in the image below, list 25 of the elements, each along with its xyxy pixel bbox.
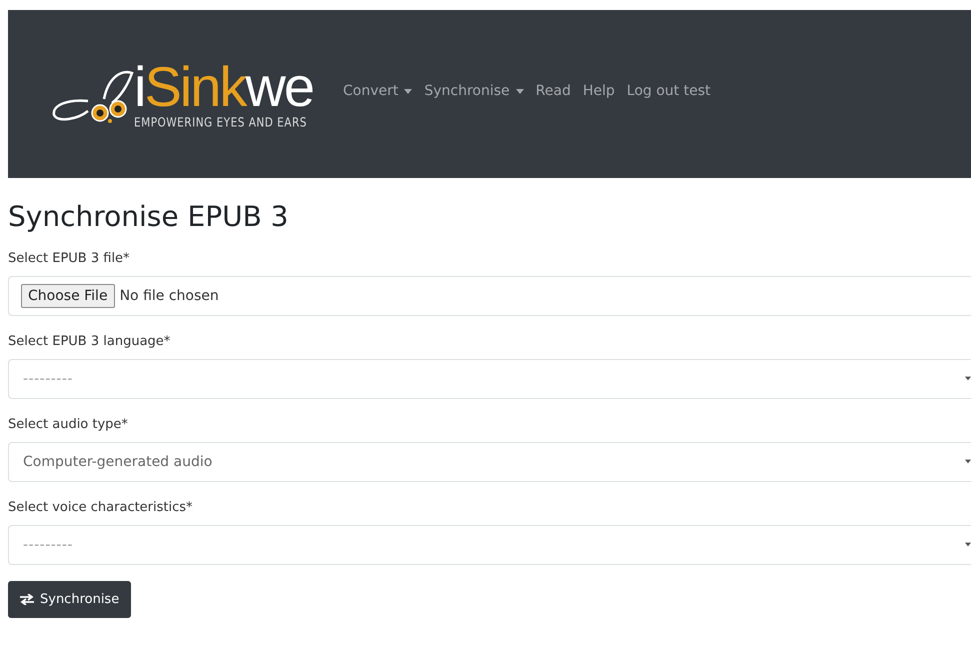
page-title: Synchronise EPUB 3 xyxy=(8,200,290,233)
nav-link[interactable]: Synchronise xyxy=(424,83,524,99)
caret-icon xyxy=(965,376,971,381)
caret-icon xyxy=(965,542,971,547)
logo-wordmark: iSinkwe xyxy=(134,61,313,113)
logo-tagline: EMPOWERING EYES AND EARS xyxy=(134,116,308,130)
field-label: Select EPUB 3 file* xyxy=(8,251,131,266)
swap-arrows-icon xyxy=(20,594,34,605)
caret-icon xyxy=(965,459,971,464)
nav-link[interactable]: Convert xyxy=(342,83,412,99)
choose-file-button[interactable]: Choose File xyxy=(21,284,115,308)
nav-link[interactable]: Help xyxy=(582,83,615,99)
field-label: Select EPUB 3 language* xyxy=(8,334,172,349)
synchronise-button[interactable]: Synchronise xyxy=(8,581,132,618)
select-field[interactable]: --------- xyxy=(8,525,971,565)
file-input[interactable]: Choose File No file chosen xyxy=(8,276,971,316)
select-field[interactable]: --------- xyxy=(8,359,971,399)
caret-icon xyxy=(404,88,412,94)
select-field[interactable]: Computer-generated audio xyxy=(8,442,971,482)
field-label: Select voice characteristics* xyxy=(8,500,194,515)
file-status: No file chosen xyxy=(120,288,219,304)
nav-link[interactable]: Read xyxy=(536,83,571,99)
nav-link[interactable]: Log out test xyxy=(626,83,710,99)
caret-icon xyxy=(516,88,524,94)
field-label: Select audio type* xyxy=(8,417,129,432)
